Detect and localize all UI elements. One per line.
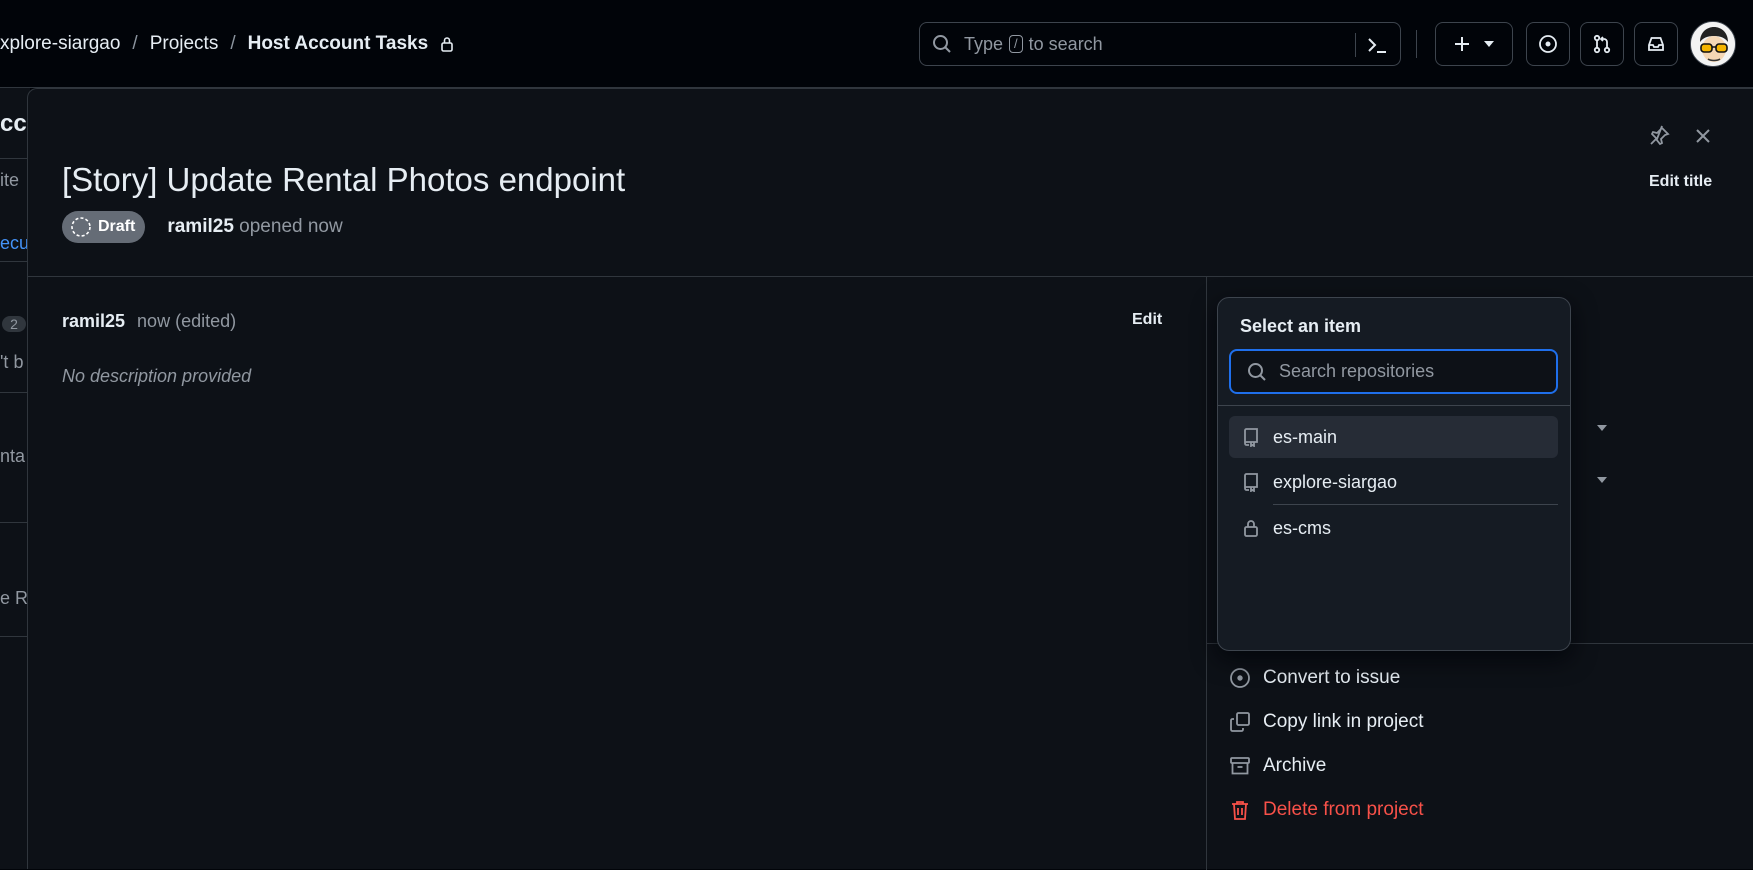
bg-text-fragment: e R — [0, 588, 28, 608]
triangle-down-icon[interactable] — [1596, 473, 1608, 487]
breadcrumb-org-link[interactable]: xplore-siargao — [0, 33, 120, 55]
opened-by: ramil25 opened now — [167, 216, 342, 238]
search-icon — [1247, 362, 1267, 382]
item-meta: Draft ramil25 opened now — [62, 211, 343, 243]
create-new-button[interactable] — [1435, 22, 1513, 66]
repository-option[interactable]: es-main — [1229, 416, 1558, 458]
bg-link-fragment: ecur — [0, 233, 28, 253]
lock-icon — [440, 36, 454, 52]
repo-icon — [1241, 427, 1261, 447]
repository-option[interactable]: es-cms — [1229, 507, 1558, 549]
issue-opened-icon — [1229, 667, 1251, 689]
edit-comment-button[interactable]: Edit — [1132, 311, 1162, 329]
header-divider — [1416, 30, 1417, 58]
bg-count-badge: 2 — [2, 316, 26, 332]
copy-link-button[interactable]: Copy link in project — [1229, 711, 1424, 733]
repo-icon — [1241, 472, 1261, 492]
pin-button[interactable] — [1645, 122, 1673, 150]
repository-option-label: es-cms — [1273, 517, 1331, 538]
bg-divider — [0, 636, 30, 637]
breadcrumb-projects-link[interactable]: Projects — [150, 33, 219, 55]
git-pull-request-icon — [1592, 34, 1612, 54]
dropdown-title: Select an item — [1240, 316, 1362, 336]
bg-divider — [0, 392, 30, 393]
global-header: xplore-siargao / Projects / Host Account… — [0, 0, 1753, 88]
user-avatar[interactable] — [1690, 21, 1736, 67]
breadcrumb-separator: / — [132, 33, 138, 54]
draft-icon — [70, 216, 92, 238]
search-placeholder-type: Type — [964, 33, 1004, 54]
delete-from-project-button[interactable]: Delete from project — [1229, 799, 1424, 821]
author-link[interactable]: ramil25 — [167, 216, 234, 237]
comment-author[interactable]: ramil25 — [62, 311, 125, 332]
bg-items-fragment: ite — [0, 170, 20, 190]
breadcrumb: xplore-siargao / Projects / Host Account… — [0, 32, 454, 56]
status-badge: Draft — [62, 211, 146, 243]
copy-icon — [1229, 711, 1251, 733]
repository-option[interactable]: explore-siargao — [1229, 461, 1558, 503]
option-divider — [1273, 504, 1558, 505]
panel-divider — [28, 276, 1753, 277]
triangle-down-icon[interactable] — [1596, 421, 1608, 435]
pin-icon — [1648, 125, 1670, 147]
lock-icon — [1241, 518, 1261, 538]
action-label: Delete from project — [1263, 799, 1424, 820]
bg-heading-fragment: ccc — [0, 110, 28, 137]
select-repository-dropdown: Select an item es-main explore-siargao e… — [1217, 297, 1571, 651]
status-label: Draft — [98, 218, 136, 235]
close-icon — [1694, 127, 1712, 145]
comment-body: No description provided — [62, 366, 252, 386]
repository-search-input[interactable] — [1279, 361, 1529, 382]
item-title: [Story] Update Rental Photos endpoint — [62, 161, 626, 198]
issues-button[interactable] — [1526, 22, 1570, 66]
inbox-button[interactable] — [1634, 22, 1678, 66]
bg-divider — [0, 158, 30, 159]
trash-icon — [1229, 799, 1251, 821]
search-placeholder-rest: to search — [1028, 33, 1103, 54]
search-shortcut-key: / — [1009, 35, 1023, 53]
search-divider — [1355, 33, 1356, 57]
opened-time: opened now — [239, 216, 343, 237]
search-icon — [932, 34, 952, 54]
breadcrumb-separator: / — [230, 33, 236, 54]
action-label: Copy link in project — [1263, 711, 1424, 732]
project-board-background: ccc ite ecur 2 't b nta e R — [0, 88, 30, 869]
inbox-icon — [1646, 34, 1666, 54]
bg-text-fragment: nta — [0, 446, 26, 466]
archive-button[interactable]: Archive — [1229, 755, 1326, 777]
issue-opened-icon — [1538, 34, 1558, 54]
bg-divider — [0, 522, 30, 523]
repository-option-label: es-main — [1273, 426, 1338, 447]
edit-title-button[interactable]: Edit title — [1649, 173, 1712, 191]
repository-search-field[interactable] — [1229, 349, 1558, 394]
command-palette-icon[interactable] — [1366, 35, 1388, 60]
comment-header: ramil25 now (edited) — [62, 311, 236, 332]
repository-option-label: explore-siargao — [1273, 471, 1398, 492]
column-divider — [1206, 276, 1207, 870]
convert-to-issue-button[interactable]: Convert to issue — [1229, 667, 1400, 689]
triangle-down-icon — [1483, 40, 1495, 48]
breadcrumb-project-link[interactable]: Host Account Tasks — [248, 33, 429, 55]
bg-divider — [0, 261, 30, 262]
action-label: Archive — [1263, 755, 1327, 776]
comment-time: now (edited) — [137, 311, 237, 331]
close-button[interactable] — [1689, 122, 1717, 150]
bg-text-fragment: 't b — [0, 352, 24, 372]
action-label: Convert to issue — [1263, 667, 1401, 688]
pull-requests-button[interactable] — [1580, 22, 1624, 66]
archive-icon — [1229, 755, 1251, 777]
plus-icon — [1453, 35, 1471, 53]
dropdown-divider — [1218, 405, 1570, 406]
global-search-input[interactable]: Type / to search — [919, 22, 1401, 66]
